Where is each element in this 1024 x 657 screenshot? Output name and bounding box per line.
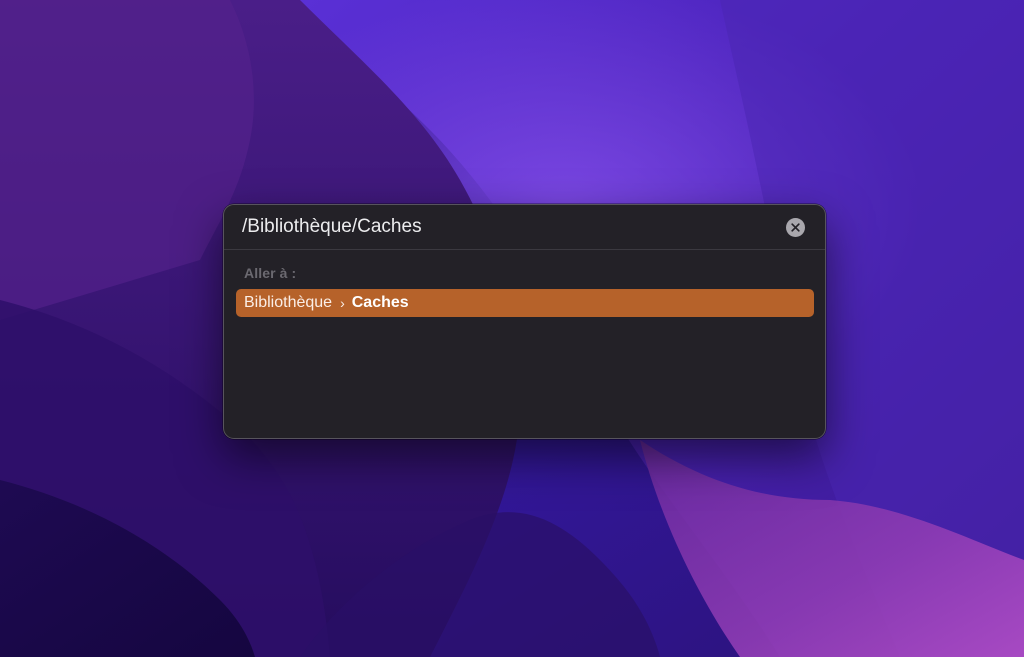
path-input[interactable] [242, 213, 782, 241]
path-field-row [224, 205, 825, 250]
go-to-label: Aller à : [244, 265, 297, 281]
chevron-right-icon: › [340, 295, 345, 311]
close-icon [791, 223, 800, 232]
breadcrumb-parent: Bibliothèque [244, 294, 333, 311]
suggestion-item[interactable]: Bibliothèque › Caches [236, 289, 814, 317]
clear-button[interactable] [786, 218, 805, 237]
breadcrumb-current: Caches [351, 294, 409, 311]
go-to-folder-dialog: Aller à : Bibliothèque › Caches [223, 204, 826, 439]
